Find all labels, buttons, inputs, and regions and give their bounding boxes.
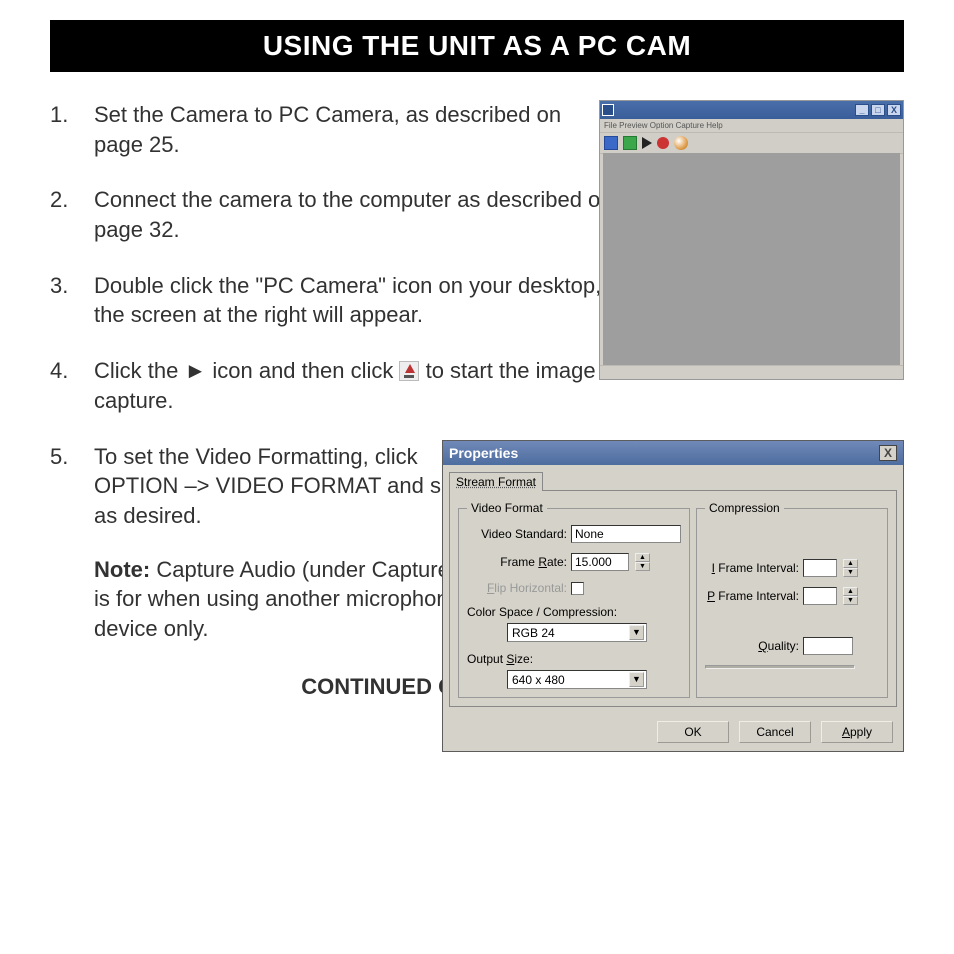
frame-rate-spinner[interactable]: ▲ ▼	[635, 553, 650, 571]
step-number: 1.	[50, 100, 68, 130]
step-text: Click the ► icon and then click to start…	[94, 356, 614, 415]
color-space-label: Color Space / Compression:	[467, 605, 617, 619]
flip-horizontal-checkbox[interactable]	[571, 582, 584, 595]
video-standard-field: None	[571, 525, 681, 543]
spin-up-icon[interactable]: ▲	[635, 553, 650, 562]
video-preview	[603, 153, 900, 365]
spin-down-icon[interactable]: ▼	[843, 596, 858, 605]
spin-down-icon[interactable]: ▼	[635, 562, 650, 571]
compression-group: Compression I Frame Interval: ▲ ▼ P Fram…	[696, 501, 888, 698]
spin-up-icon[interactable]: ▲	[843, 587, 858, 596]
output-size-select[interactable]: 640 x 480 ▼	[507, 670, 647, 689]
iframe-spinner[interactable]: ▲ ▼	[843, 559, 858, 577]
document-icon[interactable]	[623, 136, 637, 150]
spin-down-icon[interactable]: ▼	[843, 568, 858, 577]
close-icon[interactable]: X	[879, 445, 897, 461]
play-icon[interactable]	[642, 137, 652, 149]
output-size-label: Output Size:	[467, 652, 533, 666]
pc-camera-window: _ □ X File Preview Option Capture Help	[599, 100, 904, 380]
capture-device-icon	[399, 361, 419, 381]
maximize-button[interactable]: □	[871, 104, 885, 116]
properties-dialog: Properties X Stream Format Video Format …	[442, 440, 904, 752]
note-text: Capture Audio (under Capture) is for whe…	[94, 557, 461, 641]
step-text: Set the Camera to PC Camera, as describe…	[94, 100, 614, 159]
group-label: Compression	[705, 501, 784, 515]
select-value: RGB 24	[512, 626, 555, 640]
step-text: To set the Video Formatting, click OPTIO…	[94, 442, 474, 531]
app-icon	[602, 104, 614, 116]
step-number: 4.	[50, 356, 68, 386]
iframe-field[interactable]	[803, 559, 837, 577]
video-standard-label: Video Standard:	[467, 527, 567, 541]
frame-rate-label: Frame Rate:	[467, 555, 567, 569]
menubar[interactable]: File Preview Option Capture Help	[600, 119, 903, 133]
dialog-title: Properties	[449, 445, 518, 461]
chevron-down-icon[interactable]: ▼	[629, 672, 644, 687]
quality-slider[interactable]	[705, 665, 855, 669]
step-text-a: Click the ► icon and then click	[94, 358, 399, 383]
minimize-button[interactable]: _	[855, 104, 869, 116]
save-icon[interactable]	[604, 136, 618, 150]
status-bar	[600, 365, 903, 379]
apply-button[interactable]: Apply	[821, 721, 893, 743]
record-icon[interactable]	[657, 137, 669, 149]
frame-rate-field[interactable]: 15.000	[571, 553, 629, 571]
note-label: Note:	[94, 557, 150, 582]
note: Note: Capture Audio (under Capture) is f…	[94, 555, 474, 644]
step-number: 2.	[50, 185, 68, 215]
video-format-group: Video Format Video Standard: None Frame …	[458, 501, 690, 698]
section-title: USING THE UNIT AS A PC CAM	[50, 20, 904, 72]
spin-up-icon[interactable]: ▲	[843, 559, 858, 568]
quality-label: Quality:	[705, 639, 799, 653]
close-button[interactable]: X	[887, 104, 901, 116]
step-number: 3.	[50, 271, 68, 301]
app-titlebar: _ □ X	[600, 101, 903, 119]
iframe-label: I Frame Interval:	[705, 561, 799, 575]
quality-field[interactable]	[803, 637, 853, 655]
step-text: Double click the "PC Camera" icon on you…	[94, 271, 614, 330]
camera-icon[interactable]	[674, 136, 688, 150]
pframe-spinner[interactable]: ▲ ▼	[843, 587, 858, 605]
pframe-field[interactable]	[803, 587, 837, 605]
flip-horizontal-label: Flip Horizontal:	[467, 581, 567, 595]
tab-stream-format[interactable]: Stream Format	[449, 472, 543, 491]
select-value: 640 x 480	[512, 673, 565, 687]
pframe-label: P Frame Interval:	[705, 589, 799, 603]
step-number: 5.	[50, 442, 68, 472]
ok-button[interactable]: OK	[657, 721, 729, 743]
group-label: Video Format	[467, 501, 547, 515]
dialog-buttons: OK Cancel Apply	[443, 713, 903, 751]
cancel-button[interactable]: Cancel	[739, 721, 811, 743]
color-space-select[interactable]: RGB 24 ▼	[507, 623, 647, 642]
step-text: Connect the camera to the computer as de…	[94, 185, 614, 244]
toolbar	[600, 133, 903, 154]
chevron-down-icon[interactable]: ▼	[629, 625, 644, 640]
dialog-titlebar: Properties X	[443, 441, 903, 465]
